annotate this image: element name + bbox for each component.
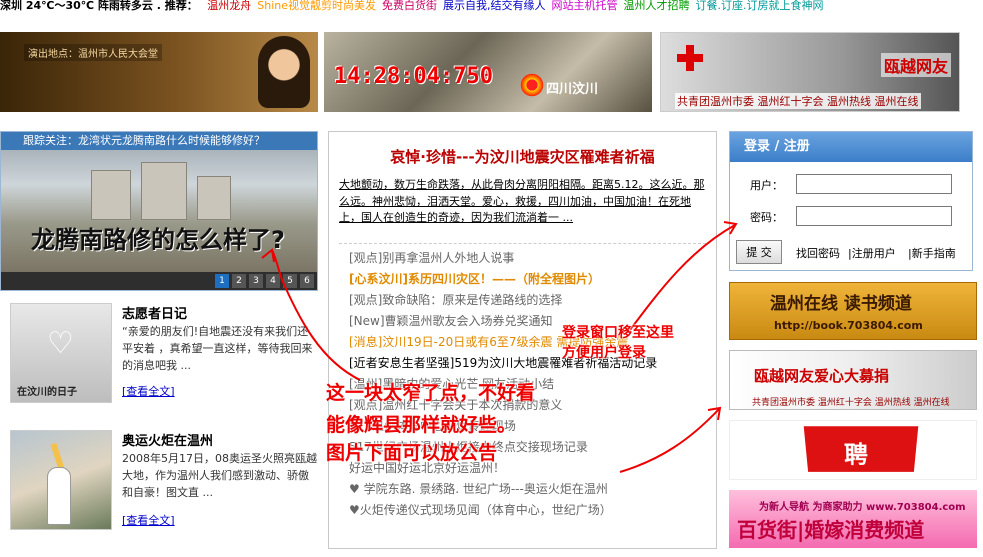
torch-relay-excerpt: 2008年5月17日，08奥运圣火照亮瓯越大地，作为温州人我们感到激动、骄傲和自… bbox=[122, 452, 317, 499]
hiring-card-icon: 聘 bbox=[803, 426, 919, 472]
newbie-guide-link[interactable]: |新手指南 bbox=[908, 245, 956, 261]
recommend-link[interactable]: 网站主机托管 bbox=[552, 0, 618, 12]
banner-organizers: 共青团温州市委 温州红十字会 温州热线 温州在线 bbox=[675, 93, 921, 109]
username-row: 用户： bbox=[730, 174, 974, 196]
banner-brand: 瓯越网友 bbox=[880, 53, 951, 77]
wedding-channel-ad[interactable]: 为新人导航 为商家助力 www.703804.com 百货街|婚嫁消费频道 bbox=[729, 490, 977, 548]
torch-read-more-link[interactable]: [查看全文] bbox=[122, 512, 175, 528]
divider bbox=[339, 243, 706, 244]
recommend-link[interactable]: Shine视觉靓剪时尚美发 bbox=[257, 0, 376, 12]
register-link[interactable]: |注册用户 bbox=[848, 245, 896, 261]
donation-ad-title: 瓯越网友爱心大募捐 bbox=[754, 367, 890, 385]
concert-banner[interactable]: 演出地点：温州市人民大会堂 bbox=[0, 32, 318, 112]
login-annotation-line-2: 方便用户登录 bbox=[562, 345, 646, 361]
forgot-password-link[interactable]: 找回密码 bbox=[796, 245, 840, 261]
red-cross-banner[interactable]: 瓯越网友 共青团温州市委 温州红十字会 温州热线 温州在线 bbox=[660, 32, 960, 112]
news-item[interactable]: [近者安息生者坚强]519为汶川大地震罹难者祈福活动记录 bbox=[349, 353, 716, 374]
feature-heading[interactable]: 跟踪关注：龙湾状元龙腾南路什么时候能够修好？ bbox=[1, 132, 317, 150]
volunteer-diary-title[interactable]: 志愿者日记 bbox=[122, 303, 187, 322]
red-cross-icon bbox=[677, 45, 703, 71]
building-shape bbox=[141, 162, 187, 220]
recommend-link[interactable]: 展示自我,结交有缘人 bbox=[443, 0, 546, 12]
pager-button[interactable]: 1 bbox=[215, 274, 229, 288]
reading-ad-title: 温州在线 读书频道 bbox=[770, 294, 912, 314]
annotation-line-3: 图片下面可以放公告 bbox=[326, 442, 498, 464]
username-input[interactable] bbox=[796, 174, 952, 194]
news-item[interactable]: [心系汶川]系历四川灾区！——（附全程图片） bbox=[349, 269, 716, 290]
torch-thumbnail[interactable] bbox=[10, 430, 112, 530]
password-row: 密码： bbox=[730, 206, 974, 228]
singer-photo bbox=[258, 36, 310, 108]
pager-button[interactable]: 5 bbox=[283, 274, 297, 288]
heart-hands-icon: ♡ bbox=[47, 326, 74, 361]
earthquake-clock-banner[interactable]: 14:28:04:750 四川汶川 bbox=[324, 32, 652, 112]
recommend-link[interactable]: 免费白货街 bbox=[382, 0, 437, 12]
submit-button[interactable]: 提 交 bbox=[736, 240, 782, 264]
pager-button[interactable]: 2 bbox=[232, 274, 246, 288]
feature-overlay-text: 龙腾南路修的怎么样了? bbox=[31, 226, 285, 254]
news-item[interactable]: ♥火炬传递仪式现场见闻（体育中心，世纪广场） bbox=[349, 500, 716, 521]
pager-button[interactable]: 6 bbox=[300, 274, 314, 288]
recruitment-ad[interactable]: 聘 bbox=[729, 420, 977, 480]
username-label: 用户： bbox=[750, 179, 783, 192]
memorial-lead-text[interactable]: 大地颤动，数万生命跌落，从此骨肉分离阴阳相隔。距离5.12。这么近。那么远。神州… bbox=[339, 177, 706, 233]
wedding-ad-title: 百货街|婚嫁消费频道 bbox=[737, 518, 925, 542]
building-shape bbox=[197, 176, 231, 220]
top-recommend-bar: 深圳 24℃～30℃ 阵雨转多云 . 推荐： 温州龙舟 Shine视觉靓剪时尚美发… bbox=[0, 0, 983, 14]
wedding-ad-sub: 为新人导航 为商家助力 www.703804.com bbox=[759, 502, 966, 513]
runner-figure bbox=[47, 467, 71, 525]
recommend-link[interactable]: 温州龙舟 bbox=[207, 0, 251, 12]
quake-time-readout: 14:28:04:750 bbox=[334, 64, 493, 89]
news-item[interactable]: [观点]致命缺陷：原来是传递路线的选择 bbox=[349, 290, 716, 311]
news-item[interactable]: ♥ 学院东路. 景绣路. 世纪广场---奥运火炬在温州 bbox=[349, 479, 716, 500]
concert-venue-caption: 演出地点：温州市人民大会堂 bbox=[24, 44, 162, 61]
login-box: 登录 / 注册 用户： 密码： 提 交 找回密码 |注册用户 |新手指南 bbox=[729, 131, 973, 271]
epicenter-marker-icon bbox=[519, 72, 545, 98]
recommend-links: 温州龙舟 Shine视觉靓剪时尚美发 免费白货街 展示自我,结交有缘人 网站主机托管 温州… bbox=[201, 0, 823, 12]
login-header: 登录 / 注册 bbox=[730, 132, 972, 162]
login-annotation-line-1: 登录窗口移至这里 bbox=[562, 325, 674, 341]
reading-ad-url: http://book.703804.com bbox=[774, 319, 923, 332]
volunteer-diary-item: ♡ 在汶川的日子 志愿者日记 “亲爱的朋友们!自地震还没有来我们还平安着 ，真希… bbox=[10, 303, 318, 413]
password-input[interactable] bbox=[796, 206, 952, 226]
annotation-line-2: 能像辉县那样就好些。 bbox=[326, 414, 517, 436]
volunteer-thumbnail[interactable]: ♡ 在汶川的日子 bbox=[10, 303, 112, 403]
pager-button[interactable]: 4 bbox=[266, 274, 280, 288]
page: 深圳 24℃～30℃ 阵雨转多云 . 推荐： 温州龙舟 Shine视觉靓剪时尚美发… bbox=[0, 0, 983, 557]
donation-ad-sub: 共青团温州市委 温州红十字会 温州热线 温州在线 bbox=[752, 398, 950, 408]
recommend-link[interactable]: 温州人才招聘 bbox=[624, 0, 690, 12]
torch-relay-title[interactable]: 奥运火炬在温州 bbox=[122, 430, 213, 449]
recommend-link[interactable]: 订餐.订座.订房就上食神网 bbox=[696, 0, 824, 12]
news-item[interactable]: [观点]别再拿温州人外地人说事 bbox=[349, 248, 716, 269]
volunteer-diary-excerpt: “亲爱的朋友们!自地震还没有来我们还平安着 ，真希望一直这样，等待我回来的消息吧… bbox=[122, 325, 313, 372]
hiring-glyph: 聘 bbox=[843, 440, 869, 469]
pager-button[interactable]: 3 bbox=[249, 274, 263, 288]
torch-relay-item: 奥运火炬在温州 2008年5月17日，08奥运圣火照亮瓯越大地，作为温州人我们感… bbox=[10, 430, 318, 548]
feature-slideshow: 跟踪关注：龙湾状元龙腾南路什么时候能够修好？ 龙腾南路修的怎么样了? 65432… bbox=[0, 131, 318, 291]
memorial-title[interactable]: 哀悼·珍惜---为汶川地震灾区罹难者祈福 bbox=[329, 146, 716, 167]
reading-channel-ad[interactable]: 温州在线 读书频道 http://book.703804.com bbox=[729, 282, 977, 340]
password-label: 密码： bbox=[750, 211, 783, 224]
slideshow-pager: 654321 bbox=[1, 272, 317, 290]
epicenter-label: 四川汶川 bbox=[546, 82, 599, 97]
annotation-line-1: 这一块太窄了点，不好看 bbox=[326, 382, 536, 404]
building-shape bbox=[91, 170, 131, 220]
donation-ad[interactable]: 瓯越网友爱心大募捐 共青团温州市委 温州红十字会 温州热线 温州在线 bbox=[729, 350, 977, 410]
volunteer-read-more-link[interactable]: [查看全文] bbox=[122, 383, 175, 399]
weather-text: 深圳 24℃～30℃ 阵雨转多云 . 推荐： bbox=[0, 0, 198, 12]
road-photo[interactable]: 龙腾南路修的怎么样了? bbox=[1, 150, 317, 272]
thumbnail-caption: 在汶川的日子 bbox=[17, 387, 77, 398]
